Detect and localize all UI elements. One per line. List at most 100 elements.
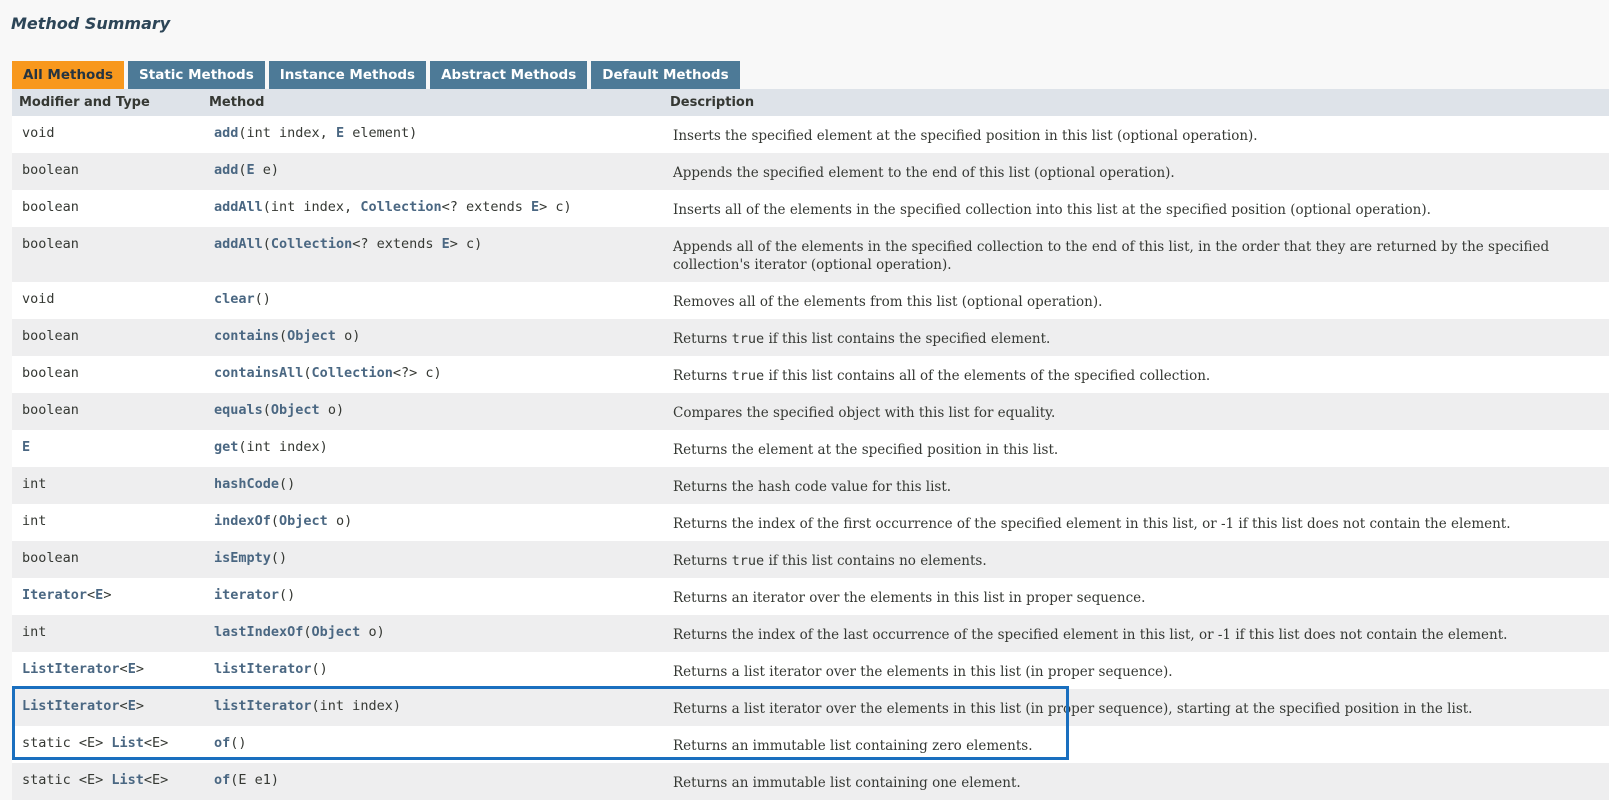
type-link[interactable]: E [128,698,136,714]
text-fragment: Returns [673,331,732,347]
method-cell: indexOf(Object o) [202,504,663,541]
method-link[interactable]: addAll [214,236,263,252]
modifier-type-cell: boolean [12,356,202,393]
text-fragment: Returns the element at the specified pos… [673,442,1059,458]
method-link[interactable]: hashCode [214,476,279,492]
type-link[interactable]: Object [271,402,320,418]
method-link[interactable]: addAll [214,199,263,215]
type-link[interactable]: Object [312,624,361,640]
text-fragment: ( [262,236,271,252]
modifier-type-cell: Iterator<E> [12,578,202,615]
text-fragment: > [135,661,144,677]
text-fragment: void [22,291,55,307]
text-fragment: if this list contains the specified elem… [764,331,1051,347]
text-fragment: (int index, [262,199,361,215]
text-fragment: Appends all of the elements in the speci… [673,239,1550,273]
text-fragment: ( [270,513,280,529]
type-link[interactable]: Collection [271,236,352,252]
type-link[interactable]: Object [287,328,336,344]
method-link[interactable]: containsAll [214,365,303,381]
method-cell: clear() [202,282,663,319]
method-cell: contains(Object o) [202,319,663,356]
method-link[interactable]: add [214,162,238,178]
method-link[interactable]: lastIndexOf [214,624,303,640]
table-row: int lastIndexOf(Object o) Returns the inde… [12,615,1609,652]
text-fragment: int [22,513,47,529]
method-cell: lastIndexOf(Object o) [202,615,663,652]
method-cell: iterator() [202,578,663,615]
type-link[interactable]: E [336,125,344,141]
text-fragment: () [270,550,288,566]
text-fragment: boolean [22,328,79,344]
column-header-description: Description [663,89,1609,116]
text-fragment: Returns a list iterator over the element… [673,701,1473,717]
tab-default-methods[interactable]: Default Methods [591,61,740,89]
type-link[interactable]: E [22,439,30,455]
text-fragment: <E> [143,735,169,751]
text-fragment: Compares the specified object with this … [673,405,1056,421]
type-link[interactable]: Collection [360,199,441,215]
type-link[interactable]: ListIterator [22,661,120,677]
table-row: boolean addAll(Collection<? extends E> c)… [12,227,1609,282]
type-link[interactable]: ListIterator [22,698,120,714]
method-link[interactable]: of [214,735,230,751]
tab-instance-methods[interactable]: Instance Methods [268,61,427,89]
column-header-modifier-type: Modifier and Type [12,89,202,116]
method-link[interactable]: get [214,439,238,455]
table-row: void add(int index, E element) Inserts the… [12,116,1609,153]
modifier-type-cell: boolean [12,541,202,578]
method-link[interactable]: add [214,125,238,141]
method-cell: addAll(int index, Collection<? extends E… [202,190,663,227]
method-cell: of() [202,726,663,763]
table-row: int indexOf(Object o) Returns the index of… [12,504,1609,541]
table-row: static <E> List<E> of(E e1) Returns an imm… [12,763,1609,800]
method-link[interactable]: clear [214,291,255,307]
type-link[interactable]: Iterator [22,587,87,603]
modifier-type-cell: int [12,615,202,652]
text-fragment: o) [319,402,345,418]
description-cell: Returns true if this list contains the s… [663,319,1609,356]
type-link[interactable]: List [111,735,144,751]
type-link[interactable]: E [128,661,136,677]
description-cell: Returns true if this list contains all o… [663,356,1609,393]
method-link[interactable]: of [214,772,230,788]
text-fragment: Returns the hash code value for this lis… [673,479,952,495]
method-link[interactable]: listIterator [214,661,312,677]
text-fragment: (int index, [238,125,336,141]
text-fragment: < [119,698,128,714]
type-link[interactable]: E [531,199,539,215]
type-link[interactable]: Object [279,513,328,529]
description-cell: Inserts the specified element at the spe… [663,116,1609,153]
modifier-type-cell: int [12,504,202,541]
description-cell: Removes all of the elements from this li… [663,282,1609,319]
text-fragment: Returns an immutable list containing zer… [673,738,1033,754]
method-link[interactable]: listIterator [214,698,312,714]
text-fragment: < [87,587,96,603]
text-fragment: <E> [143,772,169,788]
type-link[interactable]: List [111,772,144,788]
description-cell: Appends all of the elements in the speci… [663,227,1609,282]
text-fragment: Inserts the specified element at the spe… [673,128,1258,144]
text-fragment: void [22,125,55,141]
method-link[interactable]: equals [214,402,263,418]
text-fragment: Returns an iterator over the elements in… [673,590,1146,606]
method-link[interactable]: isEmpty [214,550,271,566]
text-fragment: Returns [673,368,732,384]
type-link[interactable]: Collection [312,365,393,381]
tab-static-methods[interactable]: Static Methods [128,61,265,89]
method-cell: add(E e) [202,153,663,190]
table-row: void clear() Removes all of the elements f… [12,282,1609,319]
tab-all-methods[interactable]: All Methods [12,61,125,89]
text-fragment: Inserts all of the elements in the speci… [673,202,1431,218]
method-link[interactable]: iterator [214,587,279,603]
text-fragment: <? extends [441,199,532,215]
table-row: ListIterator<E> listIterator() Returns a l… [12,652,1609,689]
description-cell: Returns the hash code value for this lis… [663,467,1609,504]
method-link[interactable]: contains [214,328,279,344]
type-link[interactable]: E [442,236,450,252]
method-link[interactable]: indexOf [214,513,271,529]
text-fragment: (int index) [238,439,328,455]
type-link[interactable]: E [247,162,255,178]
tab-abstract-methods[interactable]: Abstract Methods [430,61,588,89]
modifier-type-cell: boolean [12,319,202,356]
